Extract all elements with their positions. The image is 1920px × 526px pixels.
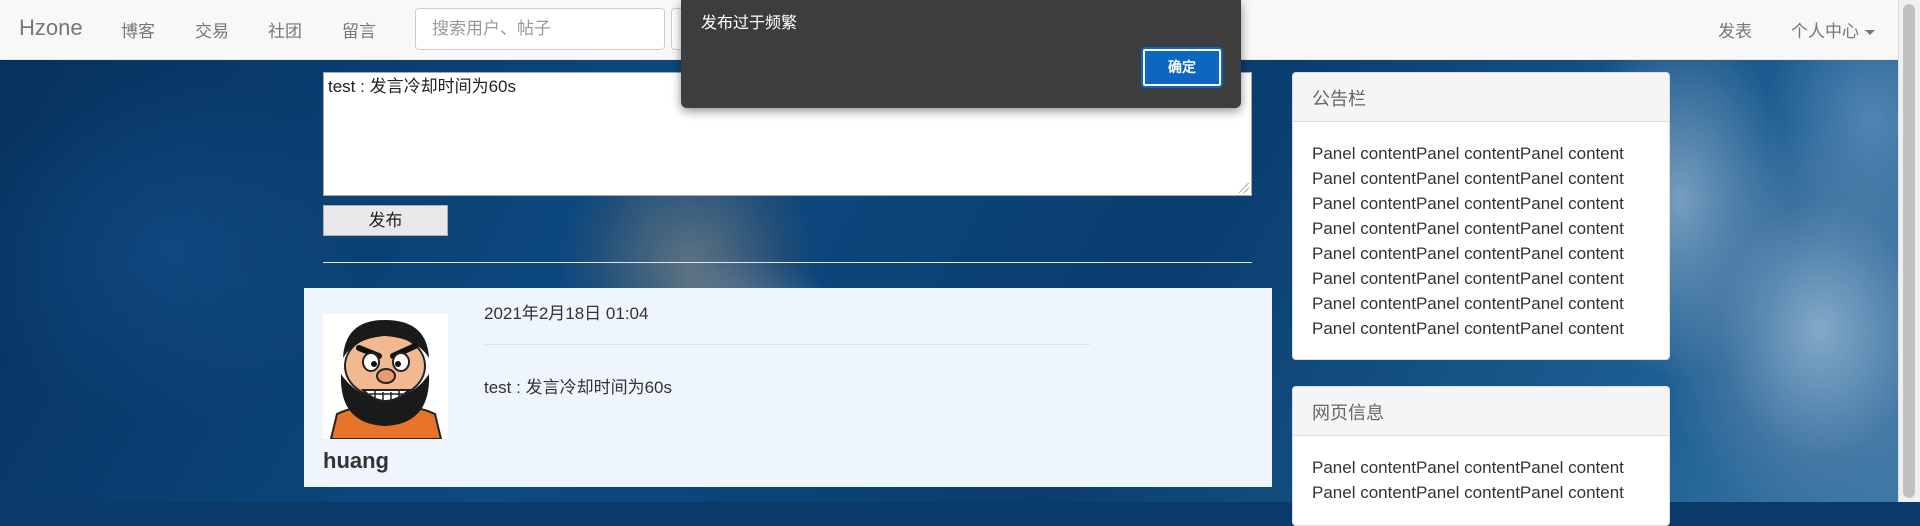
scrollbar-thumb[interactable] <box>1903 4 1915 498</box>
account-menu-label: 个人中心 <box>1791 22 1859 41</box>
panel-line: Panel contentPanel contentPanel content <box>1312 483 1624 502</box>
divider <box>323 262 1252 263</box>
site-info-panel-title: 网页信息 <box>1293 387 1669 436</box>
panel-line: Panel contentPanel contentPanel content <box>1312 319 1624 338</box>
bearded-man-avatar-icon <box>323 314 448 439</box>
page-scrollbar[interactable] <box>1898 0 1920 502</box>
brand-logo[interactable]: Hzone <box>19 15 83 41</box>
panel-line: Panel contentPanel contentPanel content <box>1312 219 1624 238</box>
notice-panel: 公告栏 Panel contentPanel contentPanel cont… <box>1292 72 1670 360</box>
account-menu[interactable]: 个人中心 <box>1791 17 1875 42</box>
nav-link-club[interactable]: 社团 <box>268 17 302 42</box>
nav-link-trade[interactable]: 交易 <box>195 17 229 42</box>
panel-line: Panel contentPanel contentPanel content <box>1312 294 1624 313</box>
panel-line: Panel contentPanel contentPanel content <box>1312 269 1624 288</box>
nav-link-message-board[interactable]: 留言 <box>342 17 376 42</box>
user-avatar[interactable] <box>323 314 448 439</box>
search-input[interactable]: 搜索用户、帖子 <box>415 8 665 50</box>
nav-link-blog[interactable]: 博客 <box>121 17 155 42</box>
resize-grip-icon[interactable] <box>1239 183 1249 193</box>
site-info-panel-body: Panel contentPanel contentPanel content … <box>1293 436 1669 513</box>
post-username[interactable]: huang <box>323 448 389 474</box>
panel-line: Panel contentPanel contentPanel content <box>1312 144 1624 163</box>
alert-ok-button[interactable]: 确定 <box>1141 47 1223 88</box>
post-card: 2021年2月18日 01:04 test : 发言冷却时间为60s huang <box>304 288 1272 487</box>
nav-link-post[interactable]: 发表 <box>1718 17 1752 42</box>
alert-dialog: 发布过于频繁 确定 <box>681 0 1241 108</box>
post-timestamp: 2021年2月18日 01:04 <box>484 304 649 323</box>
panel-line: Panel contentPanel contentPanel content <box>1312 169 1624 188</box>
panel-line: Panel contentPanel contentPanel content <box>1312 244 1624 263</box>
panel-line: Panel contentPanel contentPanel content <box>1312 458 1624 477</box>
notice-panel-body: Panel contentPanel contentPanel content … <box>1293 122 1669 349</box>
panel-line: Panel contentPanel contentPanel content <box>1312 194 1624 213</box>
alert-message: 发布过于频繁 <box>701 15 798 32</box>
post-content: test : 发言冷却时间为60s <box>484 378 672 397</box>
caret-down-icon <box>1865 30 1875 36</box>
post-divider <box>484 344 1090 345</box>
notice-panel-title: 公告栏 <box>1293 73 1669 122</box>
post-textarea-value: test : 发言冷却时间为60s <box>328 77 516 96</box>
publish-button[interactable]: 发布 <box>323 205 448 236</box>
site-info-panel: 网页信息 Panel contentPanel contentPanel con… <box>1292 386 1670 526</box>
